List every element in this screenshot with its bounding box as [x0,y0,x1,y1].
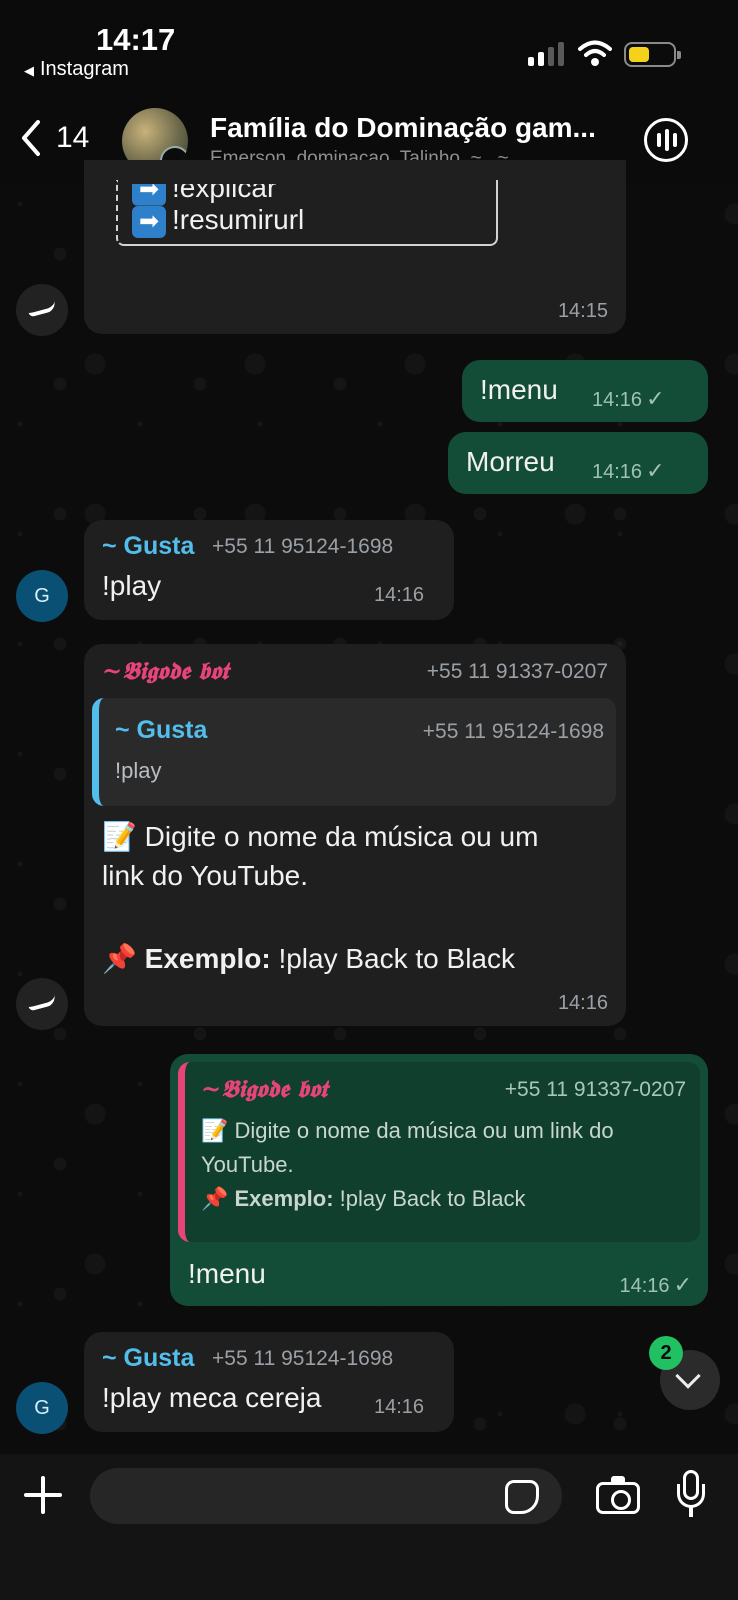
battery-icon [624,42,681,67]
sender-avatar[interactable] [16,978,68,1030]
message-time: 14:16 [557,992,608,1014]
message-time: 14:16 ✓ [592,458,665,483]
message-time: 14:16 [374,584,425,606]
unread-badge: 2 [649,1336,683,1370]
back-triangle-icon: ◀ [24,63,34,78]
sender-avatar[interactable] [16,284,68,336]
quoted-message[interactable]: ~ Gusta +55 11 95124-1698 !play [92,698,616,806]
message-text: !play [102,570,162,601]
sender-name[interactable]: ~ Gusta [102,532,194,561]
quoted-phone: +55 11 91337-0207 [504,1078,686,1101]
message-line: link do YouTube. [102,860,309,891]
quoted-line: 📝 Digite o nome da música ou um link do [201,1118,614,1143]
menu-line: ➡ !resumirurl [132,204,304,238]
message-time: 14:16 [374,1396,425,1418]
message-time: 14:15 [557,300,608,322]
sender-name[interactable]: ~ Gusta [102,1344,194,1373]
message-line: 📝 Digite o nome da música ou um [102,821,539,852]
sender-phone: +55 11 91337-0207 [426,660,608,683]
quoted-example: 📌 Exemplo: !play Back to Black [201,1186,526,1211]
message-text: Morreu [466,446,555,477]
sent-check-icon: ✓ [646,386,665,411]
sent-check-icon: ✓ [673,1272,692,1297]
chevron-left-icon[interactable] [16,118,46,158]
message-bubble-incoming[interactable]: ➡ !explicar ➡ !resumirurl 14:15 [84,160,626,334]
group-call-icon[interactable] [644,118,688,162]
message-time: 14:16 ✓ [619,1272,693,1297]
back-unread-count[interactable]: 14 [56,121,89,155]
message-bubble-incoming[interactable]: ~𝕭𝖎𝖌𝖔𝖉𝖊 𝖇𝖔𝖙 +55 11 91337-0207 ~ Gusta +5… [84,644,626,1026]
message-text: !play meca cereja [102,1382,322,1413]
arrow-right-icon: ➡ [132,205,166,238]
group-title[interactable]: Família do Dominação gam... [210,112,596,144]
composer-bar [0,1454,738,1600]
quoted-text: !play [115,758,162,783]
status-bar: 14:17 ◀ Instagram [0,0,738,96]
plus-icon[interactable] [24,1476,62,1514]
nike-logo-icon [27,994,57,1012]
message-text: !menu [480,374,558,405]
sent-check-icon: ✓ [646,458,665,483]
chevron-down-icon [675,1363,701,1389]
message-example: 📌 Exemplo: !play Back to Black [102,943,516,974]
sender-avatar[interactable]: G [16,1382,68,1434]
message-bubble-outgoing[interactable]: !menu 14:16 ✓ [462,360,708,422]
quoted-line: YouTube. [201,1152,294,1177]
message-input[interactable] [90,1468,562,1524]
menu-line-partial: ➡ !explicar [132,183,276,206]
message-bubble-outgoing[interactable]: ~𝕭𝖎𝖌𝖔𝖉𝖊 𝖇𝖔𝖙 +55 11 91337-0207 📝 Digite o… [170,1054,708,1306]
camera-icon[interactable] [596,1476,640,1514]
quoted-sender: ~ Gusta [115,716,208,744]
sender-phone: +55 11 95124-1698 [212,1347,394,1370]
sender-phone: +55 11 95124-1698 [212,535,394,558]
back-to-app-link[interactable]: ◀ Instagram [24,58,129,81]
message-bubble-outgoing[interactable]: Morreu 14:16 ✓ [448,432,708,494]
microphone-icon[interactable] [676,1470,706,1520]
arrow-right-icon: ➡ [132,183,166,206]
message-bubble-incoming[interactable]: ~ Gusta +55 11 95124-1698 !play 14:16 [84,520,454,620]
status-time: 14:17 [96,22,176,57]
sender-avatar[interactable]: G [16,570,68,622]
quoted-sender: ~𝕭𝖎𝖌𝖔𝖉𝖊 𝖇𝖔𝖙 [201,1074,328,1103]
message-text: !menu [188,1258,266,1289]
quoted-phone: +55 11 95124-1698 [422,720,604,743]
sender-name[interactable]: ~𝕭𝖎𝖌𝖔𝖉𝖊 𝖇𝖔𝖙 [102,656,228,685]
quoted-message[interactable]: ~𝕭𝖎𝖌𝖔𝖉𝖊 𝖇𝖔𝖙 +55 11 91337-0207 📝 Digite o… [178,1062,700,1242]
nike-logo-icon [27,300,57,318]
message-bubble-incoming[interactable]: ~ Gusta +55 11 95124-1698 !play meca cer… [84,1332,454,1432]
cellular-signal-icon [528,42,564,66]
message-time: 14:16 ✓ [592,386,665,411]
back-app-label: Instagram [40,58,129,80]
wifi-icon [578,40,612,66]
